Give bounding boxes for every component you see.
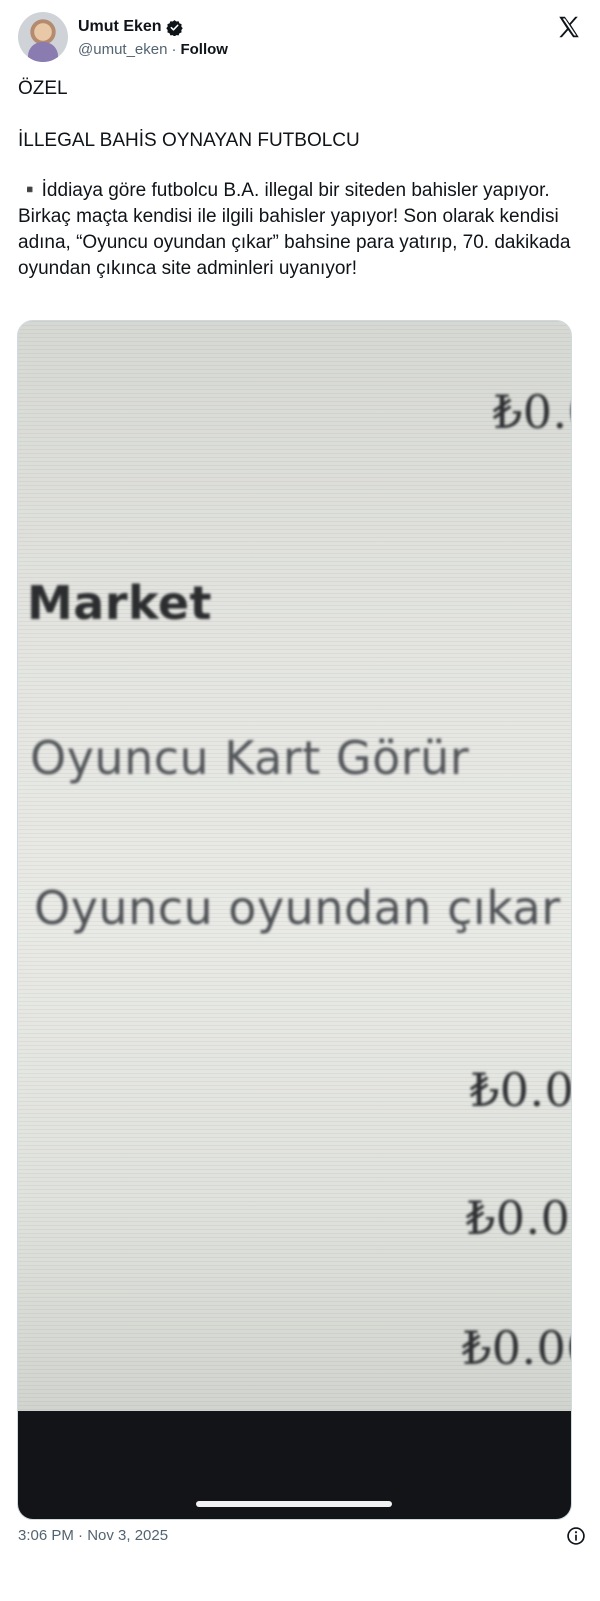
info-icon[interactable] bbox=[566, 1526, 586, 1546]
avatar[interactable] bbox=[18, 12, 68, 62]
author-name-row: Umut Eken bbox=[78, 18, 183, 36]
tweet-text-body: ▪️İddiaya göre futbolcu B.A. illegal bir… bbox=[18, 180, 571, 279]
x-logo-icon[interactable] bbox=[556, 14, 582, 40]
photo-option-1: Oyuncu Kart Görür bbox=[30, 731, 470, 785]
tweet-header: Umut Eken @umut_eken · Follow bbox=[18, 12, 582, 68]
tweet-text-line-2: İLLEGAL BAHİS OYNAYAN FUTBOLCU bbox=[18, 130, 360, 151]
photo-amount-4: ₺0.00 bbox=[462, 1321, 571, 1375]
photo-amount-3: ₺0.00 bbox=[466, 1191, 571, 1245]
tweet-text-line-1: ÖZEL bbox=[18, 78, 68, 99]
tweet-timestamp[interactable]: 3:06 PM · Nov 3, 2025 bbox=[18, 1527, 168, 1544]
photo-option-2: Oyuncu oyundan çıkar bbox=[34, 881, 561, 935]
separator: · bbox=[171, 41, 177, 58]
follow-button[interactable]: Follow bbox=[180, 41, 228, 58]
author-name[interactable]: Umut Eken bbox=[78, 18, 162, 36]
tweet-photo[interactable]: ₺0.0 Market Oyuncu Kart Görür Oyuncu oyu… bbox=[17, 320, 572, 1520]
photo-screen: ₺0.0 Market Oyuncu Kart Görür Oyuncu oyu… bbox=[18, 321, 571, 1411]
photo-home-indicator bbox=[196, 1501, 392, 1507]
author-handle-row: @umut_eken · Follow bbox=[78, 41, 228, 58]
photo-market-label: Market bbox=[27, 576, 213, 630]
photo-amount-top: ₺0.0 bbox=[493, 385, 571, 439]
photo-amount-2: ₺0.00 bbox=[470, 1063, 572, 1117]
verified-badge-icon bbox=[165, 19, 183, 36]
author-handle[interactable]: @umut_eken bbox=[78, 41, 167, 58]
